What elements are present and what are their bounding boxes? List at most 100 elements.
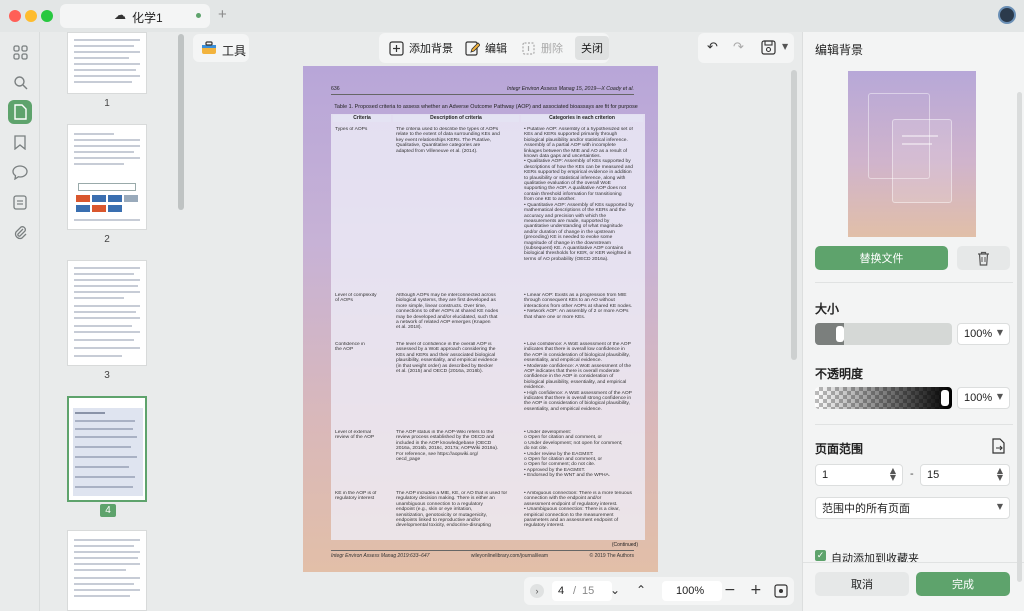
footer-rule xyxy=(331,550,634,551)
page-thumbnail[interactable] xyxy=(67,260,147,366)
undo-icon[interactable]: ↶ xyxy=(707,40,718,55)
table-cell-description: The AOP includes a MIE, KE, or AO that i… xyxy=(396,491,508,529)
table-cell-categories: • Under development: o Open for citation… xyxy=(524,430,623,479)
add-background-button[interactable]: 添加背景 xyxy=(383,36,459,60)
toolbox-icon xyxy=(202,41,216,54)
table-cell-criteria: Types of AOPs xyxy=(335,127,368,132)
remove-background-button[interactable] xyxy=(957,246,1010,270)
form-icon[interactable] xyxy=(8,190,32,214)
attachment-icon[interactable] xyxy=(8,220,32,244)
delete-label: 删除 xyxy=(541,43,563,55)
trash-icon xyxy=(978,251,989,266)
footer-right: © 2019 The Authors xyxy=(589,553,634,559)
edit-background-panel: 编辑背景 替换文件 大小 100% ▼ 不透明度 100% ▼ 页面范围 1 ▲ ▼ -… xyxy=(802,32,1024,611)
previous-page-icon[interactable]: ⌃ xyxy=(636,583,646,597)
range-to-value: 15 xyxy=(927,469,940,481)
zoom-in-icon[interactable]: + xyxy=(750,582,762,598)
add-background-icon xyxy=(389,40,404,56)
page-navigation: › 4 / 15 ⌄ ⌃ 100% − + xyxy=(524,577,794,605)
redo-icon[interactable]: ↷ xyxy=(733,40,744,55)
stepper-icon[interactable]: ▲ ▼ xyxy=(890,467,896,482)
table-cell-criteria: Confidence in the AOP xyxy=(335,342,365,353)
page-thumbnail[interactable] xyxy=(67,530,147,611)
new-tab-button[interactable]: + xyxy=(218,6,227,23)
table-title: Table 1. Proposed criteria to assess whe… xyxy=(334,104,638,110)
pages-icon[interactable] xyxy=(8,100,32,124)
avatar[interactable] xyxy=(998,6,1016,24)
done-button[interactable]: 完成 xyxy=(916,572,1010,596)
column-header: Description of criteria xyxy=(393,115,519,122)
page-thumbnails: 1 2 3 4 xyxy=(40,32,188,611)
range-from-value: 1 xyxy=(822,469,829,481)
zoom-out-icon[interactable]: − xyxy=(724,582,736,598)
size-slider-handle[interactable] xyxy=(836,326,844,342)
bookmark-icon[interactable] xyxy=(8,130,32,154)
comment-icon[interactable] xyxy=(8,160,32,184)
search-icon[interactable] xyxy=(8,70,32,94)
fit-page-icon[interactable] xyxy=(774,584,788,598)
panel-title: 编辑背景 xyxy=(815,43,864,57)
footer-left: Integr Environ Assess Manag 2019:633–647 xyxy=(331,553,430,559)
close-window-button[interactable] xyxy=(9,10,21,22)
page-thumbnail-number: 2 xyxy=(104,234,110,245)
page-thumbnail[interactable] xyxy=(67,124,147,230)
tools-label: 工具 xyxy=(222,44,247,58)
page-thumbnail-selected[interactable] xyxy=(67,396,147,502)
replace-file-button[interactable]: 替换文件 xyxy=(815,246,948,270)
column-header: Categories in each criterion xyxy=(521,115,643,122)
range-from-field[interactable]: 1 ▲ ▼ xyxy=(815,464,903,486)
cancel-button[interactable]: 取消 xyxy=(815,572,909,596)
size-slider[interactable] xyxy=(815,323,952,345)
table-cell-criteria: Level of external review of the AOP xyxy=(335,430,375,441)
close-button[interactable]: 关闭 xyxy=(575,36,609,60)
table-cell-description: The AOP status in the AOP-Wiki refers to… xyxy=(396,430,499,463)
footer-center: wileyonlinelibrary.com/journal/ieam xyxy=(470,553,549,559)
left-rail xyxy=(0,32,40,611)
header-rule xyxy=(331,94,634,95)
delete-icon xyxy=(522,41,535,55)
page-thumbnail[interactable] xyxy=(67,32,147,94)
document-tab[interactable]: ☁ 化学1 xyxy=(60,4,210,28)
opacity-slider[interactable] xyxy=(815,387,952,409)
divider xyxy=(815,282,1013,283)
table-cell-criteria: KE in the AOP is of regulatory interest xyxy=(335,491,377,502)
document-page: 636 Integr Environ Assess Manag 15, 2019… xyxy=(303,66,658,572)
auto-add-checkbox[interactable]: ✓ xyxy=(815,550,826,561)
page-footer: Integr Environ Assess Manag 2019:633–647… xyxy=(331,553,634,559)
page-header-right: Integr Environ Assess Manag 15, 2019—X C… xyxy=(507,86,634,92)
page-thumbnail-number: 3 xyxy=(104,370,110,381)
stepper-icon[interactable]: ▲ ▼ xyxy=(997,467,1003,482)
minimize-window-button[interactable] xyxy=(25,10,37,22)
expand-nav-button[interactable]: › xyxy=(530,584,544,598)
save-icon[interactable] xyxy=(761,40,776,55)
history-toolbar: ↶ ↷ ▼ xyxy=(698,33,794,63)
current-page[interactable]: 4 xyxy=(558,585,564,597)
next-page-icon[interactable]: ⌄ xyxy=(610,583,620,597)
opacity-label: 不透明度 xyxy=(815,367,864,381)
chevron-down-icon: ▼ xyxy=(996,502,1003,511)
edit-label: 编辑 xyxy=(485,43,507,55)
apps-grid-icon[interactable] xyxy=(8,40,32,64)
range-to-field[interactable]: 15 ▲ ▼ xyxy=(920,464,1010,486)
opacity-slider-handle[interactable] xyxy=(941,390,949,406)
size-select[interactable]: 100% ▼ xyxy=(957,323,1010,345)
page-range-icon[interactable] xyxy=(991,438,1006,454)
chevron-down-icon: ▼ xyxy=(996,392,1003,401)
panel-scrollbar[interactable] xyxy=(1017,92,1022,582)
range-dash: - xyxy=(910,468,914,480)
maximize-window-button[interactable] xyxy=(41,10,53,22)
page-header-left: 636 xyxy=(331,86,340,92)
chevron-down-icon[interactable]: ▼ xyxy=(782,42,788,51)
thumbnail-scrollbar[interactable] xyxy=(178,34,184,210)
tools-button[interactable]: 工具 xyxy=(193,34,249,62)
opacity-select[interactable]: 100% ▼ xyxy=(957,387,1010,409)
page-separator: / xyxy=(573,585,577,597)
range-option-select[interactable]: 范围中的所有页面 ▼ xyxy=(815,497,1010,519)
edit-button[interactable]: 编辑 xyxy=(459,36,513,60)
document-scrollbar[interactable] xyxy=(791,70,797,360)
zoom-level: 100% xyxy=(676,585,705,597)
table-cell-description: The level of confidence in the overall A… xyxy=(396,342,498,375)
delete-button[interactable]: 删除 xyxy=(515,36,569,60)
background-preview xyxy=(848,71,976,237)
table-cell-categories: • Putative AOP: Assembly of a hypothesiz… xyxy=(524,127,634,262)
